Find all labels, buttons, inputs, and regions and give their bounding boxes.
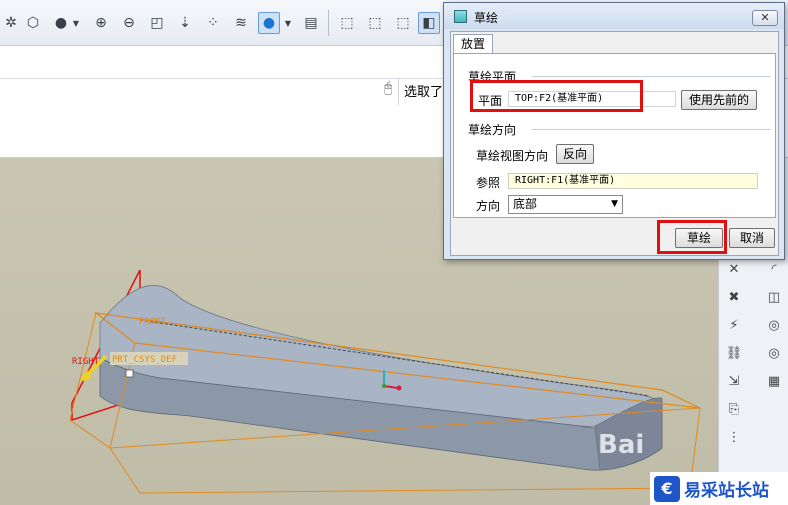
triad-origin [396,385,402,391]
front-datum-label: FRONT [139,317,167,327]
shaded-icon[interactable]: ◧ [418,12,440,34]
close-button[interactable]: ✕ [752,10,778,26]
sketch-dialog: 草绘 ✕ 放置 草绘平面 平面 TOP:F2(基准平面) 使用先前的 草绘方向 … [443,2,785,260]
triad-center [382,384,386,388]
selection-status-text: 选取了 [404,85,444,100]
datum-axis-icon[interactable]: ⇣ [174,12,196,34]
placement-panel: 草绘平面 平面 TOP:F2(基准平面) 使用先前的 草绘方向 草绘视图方向 反… [453,53,776,218]
cancel-button[interactable]: 取消 [729,228,775,248]
shading-icon[interactable]: ● [50,12,72,34]
direction-select[interactable]: 底部 ▼ [508,195,623,214]
flip-button[interactable]: 反向 [556,144,594,164]
logo-text: 易采站长站 [684,481,769,501]
dropdown-icon[interactable]: ▼ [282,12,294,34]
layers-icon[interactable]: ≋ [230,12,252,34]
status-separator [398,79,399,105]
tab-placement[interactable]: 放置 [453,34,493,54]
datum-display-icon[interactable]: ⁘ [202,12,224,34]
rib-icon[interactable]: ◎ [763,314,785,336]
copy-icon[interactable]: ⎘ [723,398,745,420]
sketch-button-highlight-box [657,220,727,254]
appearance-icon[interactable]: ● [258,12,280,34]
group-divider [532,76,770,77]
view-orient-icon[interactable]: ⬡ [22,12,44,34]
datum-curve-icon[interactable]: ⇲ [723,370,745,392]
reference-field[interactable]: RIGHT:F1(基准平面) [508,173,758,189]
right-datum-label: RIGHT [72,357,100,367]
zoom-out-icon[interactable]: ⊖ [118,12,140,34]
dialog-title: 草绘 [474,11,499,25]
baidu-watermark: Bai [598,430,645,460]
site-logo: € 易采站长站 [650,472,788,505]
reference-label: 参照 [476,176,501,190]
sketch-axis-icon[interactable]: ✖ [723,286,745,308]
use-previous-button[interactable]: 使用先前的 [681,90,757,110]
group-divider [532,129,770,130]
hidden-line-icon[interactable]: ⬚ [364,12,386,34]
dropdown-icon[interactable]: ▼ [70,12,82,34]
model-tree-icon[interactable]: ▤ [300,12,322,34]
spin-center-icon[interactable]: ✲ [0,12,22,34]
direction-select-value: 底部 [513,197,538,211]
csys-marker [125,369,134,378]
shell-icon[interactable]: ◫ [763,286,785,308]
no-hidden-icon[interactable]: ⬚ [392,12,414,34]
sketch-point-icon[interactable]: ✕ [723,258,745,280]
round-icon[interactable]: ◜ [763,258,785,280]
analysis-icon[interactable]: ⛓ [723,342,745,364]
mouse-icon: 🖰 [384,80,393,96]
refit-icon[interactable]: ◰ [146,12,168,34]
logo-mark-icon: € [654,475,680,502]
wireframe-icon[interactable]: ⬚ [336,12,358,34]
draft-icon[interactable]: ◎ [763,342,785,364]
dialog-titlebar[interactable]: 草绘 ✕ [444,3,784,29]
dialog-body: 放置 草绘平面 平面 TOP:F2(基准平面) 使用先前的 草绘方向 草绘视图方… [450,31,779,256]
sketch-dialog-icon [454,10,467,23]
plane-highlight-box [470,80,643,112]
direction-label: 方向 [476,199,501,213]
pattern-icon[interactable]: ⋮ [723,426,745,448]
toolbar-separator [328,10,329,36]
chevron-down-icon: ▼ [611,199,618,209]
zoom-in-icon[interactable]: ⊕ [90,12,112,34]
datum-csys-icon[interactable]: ⚡ [723,314,745,336]
view-direction-label: 草绘视图方向 [476,149,549,163]
csys-label: PRT_CSYS_DEF [112,355,177,365]
sketch-orientation-group-title: 草绘方向 [468,123,517,137]
grid-icon[interactable]: ▦ [763,370,785,392]
